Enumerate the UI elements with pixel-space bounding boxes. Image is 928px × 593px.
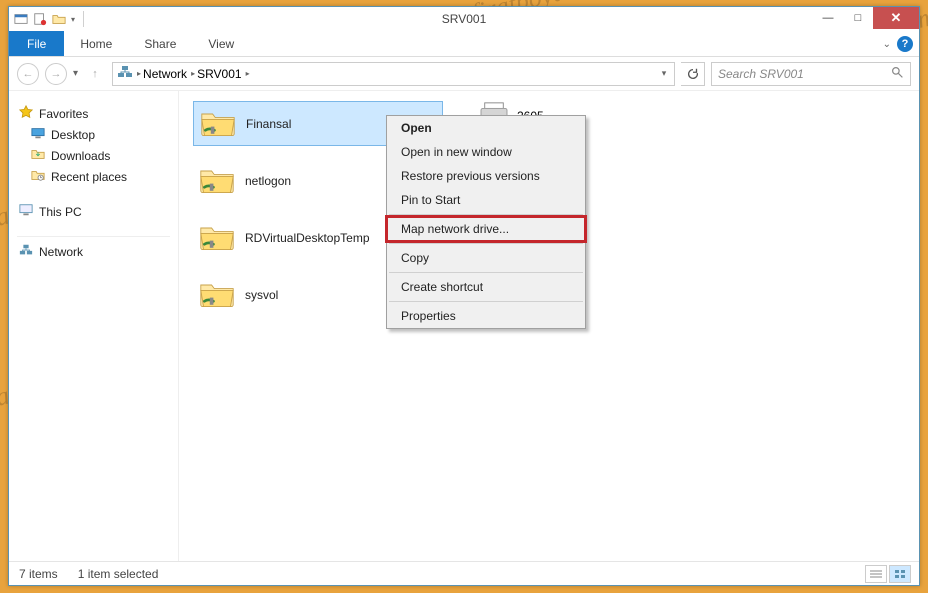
computer-icon: [19, 203, 33, 220]
context-menu-item[interactable]: Map network drive...: [387, 217, 585, 241]
navigation-pane: Favorites Desktop Downloads Recent place…: [9, 91, 179, 561]
context-menu-item[interactable]: Open: [387, 116, 585, 140]
nav-history-dropdown[interactable]: ▾: [73, 68, 78, 79]
sidebar-item-label: This PC: [39, 205, 82, 219]
refresh-button[interactable]: [681, 62, 705, 86]
tab-home[interactable]: Home: [64, 31, 128, 56]
nav-up-button[interactable]: ↑: [84, 63, 106, 85]
sidebar-item-label: Desktop: [51, 128, 95, 142]
shared-folder-icon: [199, 165, 235, 197]
context-menu-item[interactable]: Restore previous versions: [387, 164, 585, 188]
network-icon: [117, 64, 133, 83]
status-bar: 7 items 1 item selected: [9, 561, 919, 585]
shared-folder-icon: [199, 279, 235, 311]
tab-view[interactable]: View: [192, 31, 250, 56]
favorites-header[interactable]: Favorites: [9, 103, 178, 124]
star-icon: [19, 105, 33, 122]
qat-newfolder-icon[interactable]: [52, 12, 66, 26]
network-icon: [19, 243, 33, 260]
view-icons-button[interactable]: [889, 565, 911, 583]
title-bar: ▾ SRV001 — □ ✕: [9, 7, 919, 31]
sidebar-item-downloads[interactable]: Downloads: [9, 145, 178, 166]
folder-label: netlogon: [245, 174, 291, 188]
nav-back-button[interactable]: ←: [17, 63, 39, 85]
downloads-icon: [31, 147, 45, 164]
address-row: ← → ▾ ↑ ▸Network ▸SRV001 ▸ ▾ Search SRV0…: [9, 57, 919, 91]
address-bar[interactable]: ▸Network ▸SRV001 ▸ ▾: [112, 62, 675, 86]
folder-label: Finansal: [246, 117, 291, 131]
breadcrumb-srv001[interactable]: SRV001: [197, 67, 241, 81]
help-icon[interactable]: ?: [897, 36, 913, 52]
sidebar-item-thispc[interactable]: This PC: [9, 201, 178, 222]
sidebar-item-desktop[interactable]: Desktop: [9, 124, 178, 145]
address-dropdown-icon[interactable]: ▾: [654, 68, 674, 79]
app-icon: [14, 12, 28, 26]
separator: [83, 11, 84, 27]
sidebar-item-network[interactable]: Network: [9, 241, 178, 262]
context-menu-item[interactable]: Copy: [387, 246, 585, 270]
context-menu-separator: [389, 214, 583, 215]
context-menu-item[interactable]: Properties: [387, 304, 585, 328]
status-selection-count: 1 item selected: [78, 567, 159, 581]
breadcrumb-network[interactable]: Network: [143, 67, 187, 81]
sidebar-item-label: Network: [39, 245, 83, 259]
explorer-window: ▾ SRV001 — □ ✕ File Home Share View ⌄ ? …: [8, 6, 920, 586]
context-menu-separator: [389, 243, 583, 244]
context-menu-item[interactable]: Pin to Start: [387, 188, 585, 212]
sidebar-item-recent[interactable]: Recent places: [9, 166, 178, 187]
ribbon-expand-icon[interactable]: ⌄: [883, 39, 891, 50]
shared-folder-icon: [199, 222, 235, 254]
search-placeholder: Search SRV001: [718, 67, 804, 81]
folder-label: sysvol: [245, 288, 278, 302]
minimize-button[interactable]: —: [813, 7, 843, 29]
maximize-button[interactable]: □: [843, 7, 873, 29]
favorites-label: Favorites: [39, 107, 88, 121]
recent-icon: [31, 168, 45, 185]
file-tab[interactable]: File: [9, 31, 64, 56]
shared-folder-icon: [200, 108, 236, 140]
ribbon: File Home Share View ⌄ ?: [9, 31, 919, 57]
nav-forward-button[interactable]: →: [45, 63, 67, 85]
folder-label: RDVirtualDesktopTemp: [245, 231, 370, 245]
separator: [17, 236, 170, 237]
context-menu: OpenOpen in new windowRestore previous v…: [386, 115, 586, 329]
search-input[interactable]: Search SRV001: [711, 62, 911, 86]
context-menu-item[interactable]: Open in new window: [387, 140, 585, 164]
qat-properties-icon[interactable]: [33, 12, 47, 26]
close-button[interactable]: ✕: [873, 7, 919, 29]
context-menu-item[interactable]: Create shortcut: [387, 275, 585, 299]
sidebar-item-label: Downloads: [51, 149, 110, 163]
context-menu-separator: [389, 301, 583, 302]
desktop-icon: [31, 126, 45, 143]
sidebar-item-label: Recent places: [51, 170, 127, 184]
search-icon: [891, 66, 904, 82]
status-item-count: 7 items: [19, 567, 58, 581]
tab-share[interactable]: Share: [128, 31, 192, 56]
view-details-button[interactable]: [865, 565, 887, 583]
context-menu-separator: [389, 272, 583, 273]
qat-dropdown-icon[interactable]: ▾: [71, 15, 75, 24]
window-title: SRV001: [442, 12, 486, 26]
